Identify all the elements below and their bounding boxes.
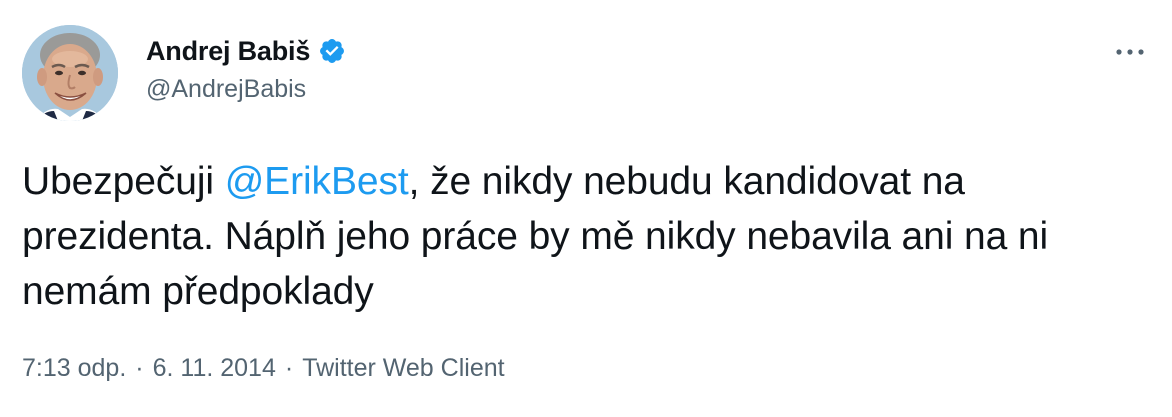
meta-separator: · [135,354,144,382]
tweet-card: Andrej Babiš @AndrejBabis Ubezpečuji @Er… [0,0,1172,417]
tweet-metadata: 7:13 odp. · 6. 11. 2014 · Twitter Web Client [22,354,505,383]
mention-link[interactable]: @ErikBest [225,160,409,203]
tweet-client[interactable]: Twitter Web Client [302,354,504,382]
avatar[interactable] [22,25,118,121]
more-options-button[interactable] [1108,34,1152,70]
tweet-text: Ubezpečuji @ErikBest, že nikdy nebudu ka… [22,154,1152,319]
verified-badge-icon [320,39,345,63]
author-display-name[interactable]: Andrej Babiš [146,36,310,67]
tweet-time[interactable]: 7:13 odp. [22,354,126,382]
tweet-text-start: Ubezpečuji [22,160,225,203]
author-name-row: Andrej Babiš [146,33,346,69]
profile-photo-icon [22,25,118,121]
meta-separator: · [284,354,294,382]
tweet-date[interactable]: 6. 11. 2014 [153,354,276,382]
author-handle[interactable]: @AndrejBabis [146,75,306,104]
more-horizontal-icon [1116,49,1144,55]
